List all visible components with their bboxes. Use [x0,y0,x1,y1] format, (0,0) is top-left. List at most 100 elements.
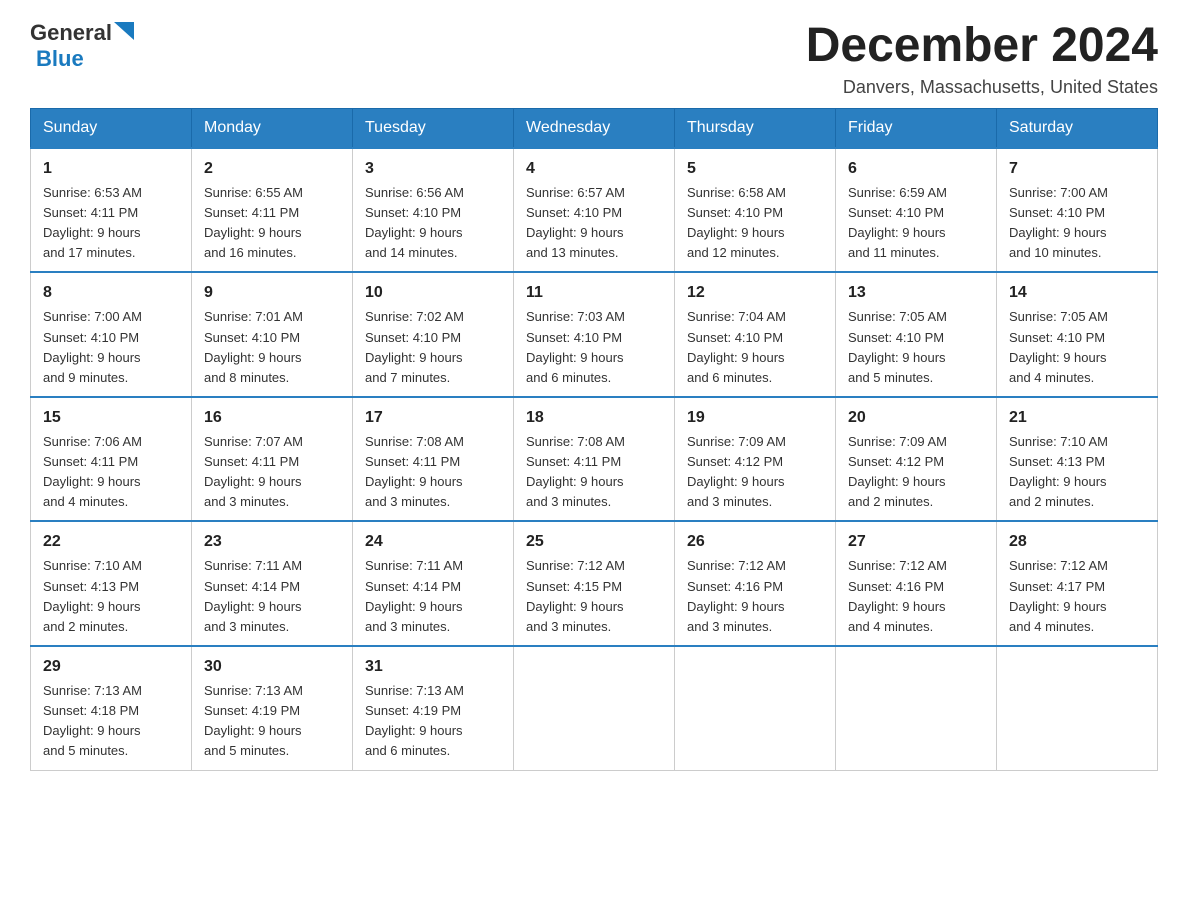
calendar-cell: 22 Sunrise: 7:10 AMSunset: 4:13 PMDaylig… [31,521,192,646]
day-info: Sunrise: 7:07 AMSunset: 4:11 PMDaylight:… [204,434,303,509]
logo-general: General [30,20,112,46]
day-info: Sunrise: 7:00 AMSunset: 4:10 PMDaylight:… [1009,185,1108,260]
calendar-cell: 1 Sunrise: 6:53 AMSunset: 4:11 PMDayligh… [31,148,192,273]
day-info: Sunrise: 7:10 AMSunset: 4:13 PMDaylight:… [1009,434,1108,509]
day-number: 17 [365,406,501,430]
logo: General Blue [30,20,134,72]
calendar-cell: 15 Sunrise: 7:06 AMSunset: 4:11 PMDaylig… [31,397,192,522]
day-info: Sunrise: 7:08 AMSunset: 4:11 PMDaylight:… [365,434,464,509]
day-number: 2 [204,157,340,181]
location-subtitle: Danvers, Massachusetts, United States [806,77,1158,98]
calendar-cell: 6 Sunrise: 6:59 AMSunset: 4:10 PMDayligh… [836,148,997,273]
calendar-cell: 30 Sunrise: 7:13 AMSunset: 4:19 PMDaylig… [192,646,353,770]
weekday-header-monday: Monday [192,108,353,148]
calendar-week-row: 29 Sunrise: 7:13 AMSunset: 4:18 PMDaylig… [31,646,1158,770]
calendar-header-row: SundayMondayTuesdayWednesdayThursdayFrid… [31,108,1158,148]
calendar-cell [997,646,1158,770]
weekday-header-thursday: Thursday [675,108,836,148]
calendar-cell: 28 Sunrise: 7:12 AMSunset: 4:17 PMDaylig… [997,521,1158,646]
logo-arrow-icon [114,22,134,44]
day-info: Sunrise: 7:11 AMSunset: 4:14 PMDaylight:… [204,558,302,633]
day-info: Sunrise: 7:09 AMSunset: 4:12 PMDaylight:… [848,434,947,509]
day-info: Sunrise: 7:01 AMSunset: 4:10 PMDaylight:… [204,309,303,384]
calendar-cell: 7 Sunrise: 7:00 AMSunset: 4:10 PMDayligh… [997,148,1158,273]
calendar-cell [514,646,675,770]
calendar-cell: 8 Sunrise: 7:00 AMSunset: 4:10 PMDayligh… [31,272,192,397]
day-info: Sunrise: 7:13 AMSunset: 4:19 PMDaylight:… [365,683,464,758]
day-info: Sunrise: 7:05 AMSunset: 4:10 PMDaylight:… [1009,309,1108,384]
day-number: 29 [43,655,179,679]
day-info: Sunrise: 7:08 AMSunset: 4:11 PMDaylight:… [526,434,625,509]
calendar-cell: 4 Sunrise: 6:57 AMSunset: 4:10 PMDayligh… [514,148,675,273]
day-info: Sunrise: 6:57 AMSunset: 4:10 PMDaylight:… [526,185,625,260]
day-info: Sunrise: 6:55 AMSunset: 4:11 PMDaylight:… [204,185,303,260]
day-info: Sunrise: 7:13 AMSunset: 4:18 PMDaylight:… [43,683,142,758]
day-number: 22 [43,530,179,554]
day-number: 3 [365,157,501,181]
calendar-week-row: 1 Sunrise: 6:53 AMSunset: 4:11 PMDayligh… [31,148,1158,273]
day-number: 8 [43,281,179,305]
day-number: 16 [204,406,340,430]
day-info: Sunrise: 7:02 AMSunset: 4:10 PMDaylight:… [365,309,464,384]
calendar-cell: 26 Sunrise: 7:12 AMSunset: 4:16 PMDaylig… [675,521,836,646]
calendar-cell: 12 Sunrise: 7:04 AMSunset: 4:10 PMDaylig… [675,272,836,397]
calendar-cell: 24 Sunrise: 7:11 AMSunset: 4:14 PMDaylig… [353,521,514,646]
day-number: 25 [526,530,662,554]
day-number: 31 [365,655,501,679]
calendar-week-row: 22 Sunrise: 7:10 AMSunset: 4:13 PMDaylig… [31,521,1158,646]
day-number: 7 [1009,157,1145,181]
weekday-header-wednesday: Wednesday [514,108,675,148]
calendar-cell: 19 Sunrise: 7:09 AMSunset: 4:12 PMDaylig… [675,397,836,522]
day-number: 11 [526,281,662,305]
logo-blue: Blue [36,46,84,72]
day-number: 13 [848,281,984,305]
day-info: Sunrise: 7:12 AMSunset: 4:17 PMDaylight:… [1009,558,1108,633]
day-info: Sunrise: 7:11 AMSunset: 4:14 PMDaylight:… [365,558,463,633]
month-title: December 2024 [806,20,1158,73]
day-info: Sunrise: 7:04 AMSunset: 4:10 PMDaylight:… [687,309,786,384]
day-number: 23 [204,530,340,554]
title-section: December 2024 Danvers, Massachusetts, Un… [806,20,1158,98]
calendar-cell: 11 Sunrise: 7:03 AMSunset: 4:10 PMDaylig… [514,272,675,397]
day-number: 18 [526,406,662,430]
day-number: 1 [43,157,179,181]
day-number: 27 [848,530,984,554]
day-info: Sunrise: 7:10 AMSunset: 4:13 PMDaylight:… [43,558,142,633]
day-info: Sunrise: 6:56 AMSunset: 4:10 PMDaylight:… [365,185,464,260]
day-number: 12 [687,281,823,305]
calendar-cell: 31 Sunrise: 7:13 AMSunset: 4:19 PMDaylig… [353,646,514,770]
calendar-cell [675,646,836,770]
weekday-header-tuesday: Tuesday [353,108,514,148]
calendar-cell: 20 Sunrise: 7:09 AMSunset: 4:12 PMDaylig… [836,397,997,522]
day-number: 4 [526,157,662,181]
day-info: Sunrise: 7:09 AMSunset: 4:12 PMDaylight:… [687,434,786,509]
calendar-cell: 14 Sunrise: 7:05 AMSunset: 4:10 PMDaylig… [997,272,1158,397]
day-info: Sunrise: 6:58 AMSunset: 4:10 PMDaylight:… [687,185,786,260]
day-info: Sunrise: 7:12 AMSunset: 4:15 PMDaylight:… [526,558,625,633]
weekday-header-saturday: Saturday [997,108,1158,148]
day-info: Sunrise: 7:05 AMSunset: 4:10 PMDaylight:… [848,309,947,384]
day-number: 30 [204,655,340,679]
calendar-cell [836,646,997,770]
day-info: Sunrise: 6:59 AMSunset: 4:10 PMDaylight:… [848,185,947,260]
calendar-cell: 17 Sunrise: 7:08 AMSunset: 4:11 PMDaylig… [353,397,514,522]
calendar-cell: 13 Sunrise: 7:05 AMSunset: 4:10 PMDaylig… [836,272,997,397]
day-number: 14 [1009,281,1145,305]
day-number: 15 [43,406,179,430]
day-info: Sunrise: 7:06 AMSunset: 4:11 PMDaylight:… [43,434,142,509]
day-info: Sunrise: 7:12 AMSunset: 4:16 PMDaylight:… [687,558,786,633]
day-number: 21 [1009,406,1145,430]
calendar-week-row: 8 Sunrise: 7:00 AMSunset: 4:10 PMDayligh… [31,272,1158,397]
calendar-cell: 3 Sunrise: 6:56 AMSunset: 4:10 PMDayligh… [353,148,514,273]
calendar-cell: 5 Sunrise: 6:58 AMSunset: 4:10 PMDayligh… [675,148,836,273]
day-number: 6 [848,157,984,181]
page-header: General Blue December 2024 Danvers, Mass… [30,20,1158,98]
calendar-cell: 9 Sunrise: 7:01 AMSunset: 4:10 PMDayligh… [192,272,353,397]
day-info: Sunrise: 7:00 AMSunset: 4:10 PMDaylight:… [43,309,142,384]
calendar-cell: 16 Sunrise: 7:07 AMSunset: 4:11 PMDaylig… [192,397,353,522]
calendar-cell: 18 Sunrise: 7:08 AMSunset: 4:11 PMDaylig… [514,397,675,522]
calendar-week-row: 15 Sunrise: 7:06 AMSunset: 4:11 PMDaylig… [31,397,1158,522]
day-number: 20 [848,406,984,430]
day-number: 9 [204,281,340,305]
weekday-header-friday: Friday [836,108,997,148]
